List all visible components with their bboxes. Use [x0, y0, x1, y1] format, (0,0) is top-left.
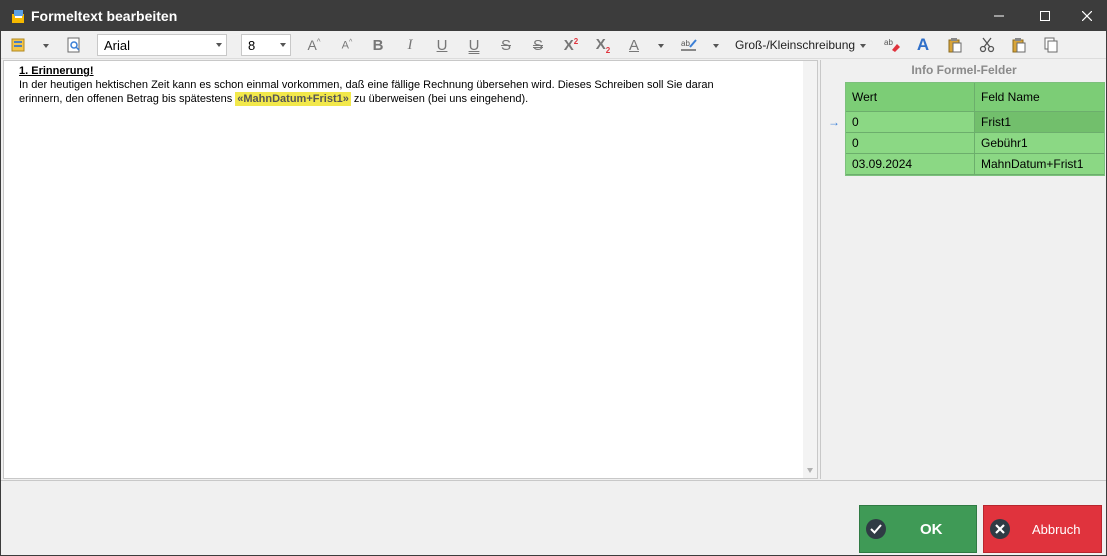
case-menu[interactable]: Groß-/Kleinschreibung — [735, 34, 865, 56]
font-color-dropdown[interactable] — [658, 44, 664, 48]
superscript-button[interactable]: X2 — [560, 34, 582, 56]
close-icon — [990, 519, 1010, 539]
table-row[interactable]: 0 Gebühr1 — [846, 133, 1104, 154]
cell-wert[interactable]: 0 — [846, 133, 975, 154]
button-bar: OK Abbruch — [1, 480, 1106, 555]
paste-special-icon — [1012, 38, 1026, 53]
shrink-font-button[interactable]: A^ — [336, 34, 358, 56]
grow-font-icon: A^ — [307, 37, 321, 53]
font-size-value: 8 — [248, 37, 256, 53]
preview-icon — [67, 37, 80, 53]
paste-special-button[interactable] — [1009, 34, 1029, 56]
scroll-down-arrow-icon[interactable] — [807, 468, 813, 473]
format-toolbar: Arial 8 A^ A^ B I U U S S X2 X2 A ab Gro… — [1, 31, 1106, 59]
formula-text-editor[interactable]: 1. Erinnerung! In der heutigen hektische… — [3, 60, 818, 479]
case-menu-dropdown[interactable] — [860, 44, 866, 48]
bold-button[interactable]: B — [368, 34, 388, 56]
clear-format-button[interactable]: ab — [881, 34, 903, 56]
superscript-icon: X2 — [563, 36, 579, 54]
copy-icon — [1044, 37, 1058, 53]
font-color-button[interactable]: A — [624, 34, 644, 56]
insert-field-dropdown[interactable] — [43, 44, 49, 48]
highlight-dropdown[interactable] — [713, 44, 719, 48]
font-family-select[interactable]: Arial — [97, 34, 227, 56]
insert-field-icon — [11, 38, 25, 52]
strikethrough-button[interactable]: S — [496, 34, 516, 56]
clear-format-icon: ab — [884, 38, 900, 52]
minimize-icon — [994, 15, 1004, 17]
highlight-button[interactable]: ab — [678, 34, 700, 56]
grid-header-row: Wert Feld Name — [846, 83, 1104, 112]
subscript-button[interactable]: X2 — [592, 34, 614, 56]
double-strikethrough-icon: S — [532, 36, 543, 54]
cell-feld-name[interactable]: MahnDatum+Frist1 — [975, 154, 1104, 175]
strikethrough-icon: S — [500, 36, 511, 54]
chevron-down-icon — [216, 43, 222, 47]
current-row-arrow-icon: → — [828, 115, 840, 129]
table-row[interactable]: 0 Frist1 — [846, 112, 1104, 133]
dialog-window: Formeltext bearbeiten Arial 8 A^ A^ B I — [0, 0, 1107, 556]
bold-icon: B — [372, 36, 384, 54]
editor-content[interactable]: 1. Erinnerung! In der heutigen hektische… — [19, 64, 799, 106]
cancel-button[interactable]: Abbruch — [983, 505, 1102, 553]
italic-button[interactable]: I — [400, 34, 420, 56]
paste-icon — [948, 38, 962, 53]
font-color-icon: A — [628, 36, 639, 54]
editor-scrollbar[interactable] — [803, 61, 817, 478]
table-row[interactable]: 03.09.2024 MahnDatum+Frist1 — [846, 154, 1104, 175]
font-icon: A — [916, 35, 930, 54]
minimize-button[interactable] — [976, 1, 1022, 31]
app-icon — [12, 10, 24, 23]
editor-line-1: In der heutigen hektischen Zeit kann es … — [19, 79, 714, 91]
insert-field-button[interactable] — [9, 34, 31, 56]
info-formula-fields-panel: Info Formel-Felder → Wert Feld Name 0 Fr… — [820, 60, 1106, 479]
editor-line-2: erinnern, den offenen Betrag bis spätest… — [19, 92, 799, 106]
ok-button-label: OK — [920, 521, 943, 538]
underline-icon: U — [436, 36, 448, 54]
double-underline-icon: U — [468, 36, 480, 54]
column-header-wert[interactable]: Wert — [846, 83, 975, 112]
font-size-select[interactable]: 8 — [241, 34, 291, 56]
preview-button[interactable] — [63, 34, 85, 56]
editor-line-2-start: erinnern, den offenen Betrag bis spätest… — [19, 93, 236, 105]
column-header-feld-name[interactable]: Feld Name — [975, 83, 1104, 112]
formula-fields-grid: Wert Feld Name 0 Frist1 0 Gebühr1 03.09.… — [845, 82, 1105, 176]
highlight-icon: ab — [681, 39, 697, 51]
ok-button[interactable]: OK — [859, 505, 977, 553]
cut-icon — [979, 37, 995, 53]
case-menu-label: Groß-/Kleinschreibung — [735, 38, 856, 52]
cut-button[interactable] — [977, 34, 997, 56]
formula-field-tag[interactable]: «MahnDatum+Frist1» — [235, 92, 351, 106]
cell-feld-name[interactable]: Gebühr1 — [975, 133, 1104, 154]
close-button[interactable] — [1064, 1, 1107, 31]
window-title: Formeltext bearbeiten — [31, 8, 178, 24]
font-family-value: Arial — [104, 37, 131, 53]
italic-icon: I — [407, 36, 413, 53]
font-dialog-button[interactable]: A — [913, 34, 933, 56]
shrink-font-icon: A^ — [341, 38, 353, 52]
check-icon — [866, 519, 886, 539]
underline-button[interactable]: U — [432, 34, 452, 56]
paste-button[interactable] — [945, 34, 965, 56]
svg-text:ab: ab — [681, 39, 690, 48]
cancel-button-label: Abbruch — [1032, 522, 1081, 537]
double-underline-button[interactable]: U — [464, 34, 484, 56]
svg-text:ab: ab — [884, 38, 893, 47]
copy-button[interactable] — [1041, 34, 1061, 56]
close-icon — [1082, 11, 1092, 21]
cell-wert[interactable]: 0 — [846, 112, 975, 133]
editor-line-2-end: zu überweisen (bei uns eingehend). — [350, 93, 529, 105]
cell-feld-name[interactable]: Frist1 — [975, 112, 1104, 133]
title-bar[interactable]: Formeltext bearbeiten — [1, 1, 1106, 31]
grow-font-button[interactable]: A^ — [303, 34, 325, 56]
subscript-icon: X2 — [595, 35, 611, 55]
chevron-down-icon — [280, 43, 286, 47]
maximize-button[interactable] — [1022, 1, 1068, 31]
info-panel-title: Info Formel-Felder — [911, 63, 1017, 77]
cell-wert[interactable]: 03.09.2024 — [846, 154, 975, 175]
maximize-icon — [1040, 11, 1050, 21]
editor-heading: 1. Erinnerung! — [19, 65, 94, 77]
double-strikethrough-button[interactable]: S — [528, 34, 548, 56]
